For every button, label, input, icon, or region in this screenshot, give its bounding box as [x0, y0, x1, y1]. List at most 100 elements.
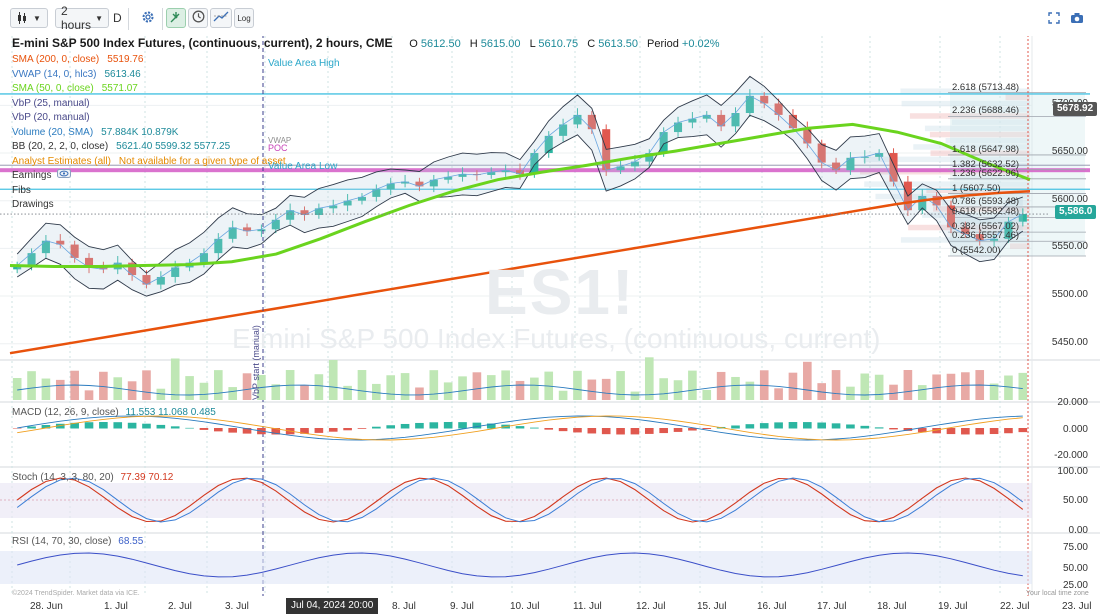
stoch-values: 77.39 70.12 — [120, 472, 174, 483]
legend-item-name: VWAP (14, 0, hlc3) — [12, 68, 97, 80]
ohlc-readout: O 5612.50 H 5615.00 L 5610.75 C 5613.50 … — [409, 38, 719, 50]
price-axis-tick: 5500.00 — [1051, 289, 1088, 301]
last-high-marker: 5678.92 — [1053, 102, 1098, 116]
toolbar-divider — [162, 8, 163, 30]
time-axis-label: 2. Jul — [168, 601, 192, 612]
legend-item[interactable]: Fibs — [12, 184, 720, 199]
legend-item[interactable]: Analyst Estimates (all) Not available for… — [12, 155, 720, 170]
settings-button[interactable] — [138, 8, 158, 28]
macd-histogram-bar — [170, 426, 180, 429]
volume-bar — [1004, 375, 1013, 400]
volume-bar — [688, 370, 697, 400]
legend-item[interactable]: Drawings — [12, 198, 720, 213]
legend-item[interactable]: VbP (20, manual) — [12, 111, 720, 126]
macd-histogram-bar — [185, 427, 194, 429]
macd-name: MACD (12, 26, 9, close) — [12, 407, 119, 418]
chart-type-button[interactable]: ▼ — [10, 8, 48, 28]
vbp-start-label: VbP start (manual) — [251, 325, 261, 400]
fib-level-label: 2.618 (5713.48) — [952, 81, 1020, 93]
crosshair-tool-button[interactable] — [166, 8, 186, 28]
macd-histogram-bar — [544, 428, 554, 430]
macd-histogram-bar — [630, 428, 640, 435]
legend-item[interactable]: VbP (25, manual) — [12, 97, 720, 112]
fib-level-label: 0.618 (5582.48) — [952, 206, 1020, 218]
macd-histogram-bar — [745, 424, 755, 429]
chart-toolbar: ▼ 2 hours ▼ D Log — [0, 0, 1100, 36]
legend-item[interactable]: SMA (50, 0, close) 5571.07 — [12, 82, 720, 97]
macd-histogram-bar — [874, 427, 884, 429]
macd-histogram-bar — [788, 422, 798, 429]
fib-level-label: 2.236 (5688.46) — [952, 105, 1020, 117]
macd-histogram-bar — [659, 428, 668, 434]
pencil-line-icon — [213, 10, 229, 26]
volume-bar — [515, 380, 525, 400]
period-code[interactable]: D — [113, 11, 122, 25]
volume-bar — [530, 377, 539, 400]
volume-bar — [860, 373, 870, 400]
macd-histogram-bar — [400, 423, 410, 429]
macd-histogram-bar — [429, 422, 439, 429]
legend-item[interactable]: Volume (20, SMA) 57.884K 10.879K — [12, 126, 720, 141]
fib-level-label: 0.236 (5557.46) — [952, 230, 1020, 242]
snapshot-button[interactable] — [1070, 12, 1084, 27]
clock-button[interactable] — [188, 8, 208, 28]
chevron-down-icon: ▼ — [95, 13, 103, 23]
macd-histogram-bar — [84, 422, 94, 429]
legend-item-value: 5519.76 — [107, 54, 144, 65]
macd-histogram-bar — [1004, 428, 1013, 434]
time-axis-label: 17. Jul — [817, 601, 847, 612]
macd-histogram-bar — [328, 428, 338, 432]
volume-bar — [573, 370, 582, 400]
macd-histogram-bar — [228, 428, 237, 433]
macd-histogram-bar — [199, 428, 209, 430]
macd-histogram-bar — [860, 425, 870, 429]
eye-icon[interactable] — [57, 169, 72, 181]
macd-histogram-bar — [774, 422, 783, 429]
legend-item[interactable]: Earnings — [12, 169, 720, 184]
expand-button[interactable] — [1048, 12, 1060, 27]
legend-item-name: Earnings — [12, 170, 52, 181]
volume-bar — [386, 375, 396, 400]
legend-item[interactable]: BB (20, 2, 2, 0, close) 5621.40 5599.32 5… — [12, 140, 720, 155]
open-value: 5612.50 — [420, 38, 461, 50]
legend-item[interactable]: SMA (200, 0, close) 5519.76 — [12, 53, 720, 68]
cursor-time-tag: Jul 04, 2024 20:00 — [286, 598, 379, 614]
macd-histogram-bar — [673, 428, 683, 432]
macd-histogram-bar — [472, 422, 482, 429]
macd-histogram-bar — [1018, 428, 1028, 433]
name-watermark: E-mini S&P 500 Index Futures, (continuou… — [232, 323, 881, 354]
legend-item-value: 5621.40 5599.32 5577.25 — [116, 141, 231, 152]
interval-dropdown[interactable]: 2 hours ▼ — [55, 4, 109, 32]
drawing-tool-button[interactable] — [210, 8, 232, 28]
legend-item-name: Drawings — [12, 199, 54, 210]
volume-bar — [731, 376, 740, 400]
volume-bar — [472, 372, 482, 400]
macd-histogram-bar — [601, 428, 611, 435]
legend: E-mini S&P 500 Index Futures, (continuou… — [12, 36, 720, 213]
macd-histogram-bar — [946, 428, 956, 435]
macd-histogram-bar — [12, 428, 22, 429]
volume-bar — [328, 359, 338, 400]
high-label: H — [469, 38, 478, 50]
legend-item[interactable]: VWAP (14, 0, hlc3) 5613.46 — [12, 68, 720, 83]
volume-bar — [41, 378, 51, 400]
log-scale-button[interactable]: Log — [234, 8, 254, 28]
close-label: C — [587, 38, 596, 50]
chart-header: E-mini S&P 500 Index Futures, (continuou… — [12, 36, 720, 50]
candlestick-icon — [17, 12, 27, 24]
legend-item-name: Analyst Estimates (all) — [12, 155, 111, 167]
volume-bar — [788, 372, 798, 400]
macd-histogram-bar — [458, 422, 467, 429]
time-axis-label: 1. Jul — [104, 601, 128, 612]
price-axis-tick: 5550.00 — [1051, 241, 1088, 253]
time-axis-label: 9. Jul — [450, 601, 474, 612]
macd-histogram-bar — [357, 428, 367, 429]
volume-bar — [659, 378, 668, 400]
time-axis-label: 15. Jul — [697, 601, 727, 612]
fib-level-label: 1 (5607.50) — [952, 182, 1001, 194]
macd-histogram-bar — [415, 422, 424, 429]
volume-bar — [357, 370, 367, 400]
time-axis-label: 23. Jul — [1062, 601, 1092, 612]
volume-axis-tick: 20.000 — [1057, 397, 1088, 408]
time-axis-label: 28. Jun — [30, 601, 63, 612]
